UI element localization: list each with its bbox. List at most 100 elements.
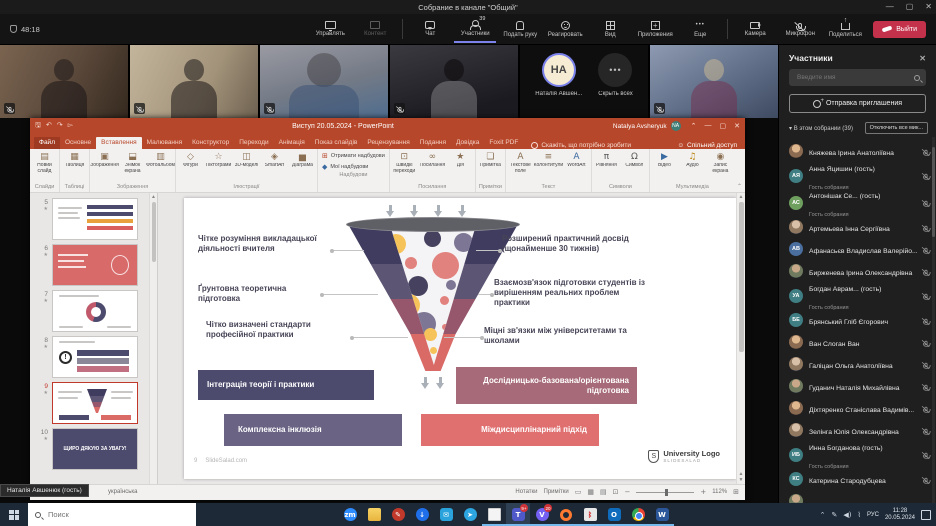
tab-transitions[interactable]: Переходи xyxy=(234,137,273,149)
leave-button[interactable]: Выйти xyxy=(873,21,926,38)
slide-thumb-9-selected[interactable] xyxy=(52,382,138,424)
content-button[interactable]: Контент xyxy=(354,15,396,43)
equation-button[interactable]: πРівняння xyxy=(593,150,620,169)
in-meeting-section-label[interactable]: ▾ В этом собрании (39) xyxy=(789,125,853,132)
participant-row[interactable]: ИБ Инна Богданова (гость) Гость собрания xyxy=(789,441,930,468)
participant-mic-muted-icon[interactable] xyxy=(925,225,928,230)
participant-row[interactable]: АВ Афанасьєв Владислав Валерійо... xyxy=(789,238,930,260)
participants-button[interactable]: 39 Участники xyxy=(454,15,496,43)
reading-view-icon[interactable]: ▤ xyxy=(600,488,607,496)
participant-mic-muted-icon[interactable] xyxy=(925,453,928,458)
manage-button[interactable]: Управлять xyxy=(309,15,351,43)
taskbar-word-icon[interactable]: W xyxy=(650,503,674,526)
apps-button[interactable]: Приложения xyxy=(634,15,676,43)
thumbnails-scrollbar[interactable]: ▲ xyxy=(149,193,157,484)
participant-row[interactable]: Артемьева Інна Сергіївна xyxy=(789,216,930,238)
tab-insert[interactable]: Вставлення xyxy=(96,137,142,149)
language-switcher[interactable]: РУС xyxy=(867,512,879,518)
taskbar-red-app-icon[interactable]: ✎ xyxy=(386,503,410,526)
comments-toggle[interactable]: Примітки xyxy=(544,489,569,495)
mute-all-button[interactable]: Отключить все мик... xyxy=(865,122,928,134)
video-tile-3[interactable] xyxy=(260,45,388,118)
clock[interactable]: 11:28 20.05.2024 xyxy=(885,508,915,522)
normal-view-icon[interactable]: ▭ xyxy=(575,488,582,496)
shapes-button[interactable]: ◇Фігури xyxy=(177,150,204,169)
collapse-ribbon-icon[interactable]: ⌃ xyxy=(737,183,742,190)
current-slide[interactable]: Чітке розуміння викладацької діяльності … xyxy=(184,198,736,479)
taskbar-chrome-icon[interactable] xyxy=(626,503,650,526)
minimize-icon[interactable]: — xyxy=(886,0,894,14)
tab-review[interactable]: Рецензування xyxy=(362,137,414,149)
header-footer-button[interactable]: ≡Колонтитули xyxy=(535,150,562,169)
zoom-in-icon[interactable]: + xyxy=(700,488,706,496)
slide-scrollbar[interactable]: ▲▲▼ xyxy=(736,193,745,484)
participant-mic-muted-icon[interactable] xyxy=(925,384,928,389)
comment-button[interactable]: ❏ Примітка xyxy=(477,150,504,169)
taskbar-explorer-icon[interactable] xyxy=(362,503,386,526)
slide-thumb-5[interactable] xyxy=(52,198,138,240)
icons-button[interactable]: ☆Піктограми xyxy=(205,150,232,169)
taskbar-viber-icon[interactable]: V 20 xyxy=(530,503,554,526)
tell-me-box[interactable]: Скажіть, що потрібно зробити xyxy=(531,142,631,149)
participant-mic-muted-icon[interactable] xyxy=(925,406,928,411)
sorter-view-icon[interactable]: ▦ xyxy=(587,488,594,496)
slide-thumb-7[interactable] xyxy=(52,290,138,332)
share-button[interactable]: Поделиться xyxy=(824,15,866,43)
taskbar-zoom-icon[interactable]: zm xyxy=(338,503,362,526)
textbox-button[interactable]: AТекстове поле xyxy=(507,150,534,174)
video-tile-4[interactable] xyxy=(390,45,518,118)
ppt-share-button[interactable]: ☺ Спільний доступ xyxy=(677,142,741,149)
screenshot-button[interactable]: ⬓Знімок екрана xyxy=(119,150,146,174)
table-button[interactable]: ▦ Таблиця xyxy=(61,150,88,169)
tab-slideshow[interactable]: Показ слайдів xyxy=(310,137,363,149)
zoom-slider[interactable] xyxy=(636,492,694,493)
get-addins-button[interactable]: ⊞Отримати надбудови xyxy=(322,152,385,160)
redo-icon[interactable]: ↷ xyxy=(57,121,63,132)
participant-mic-muted-icon[interactable] xyxy=(925,247,928,252)
video-tile-2[interactable] xyxy=(130,45,258,118)
wordart-button[interactable]: АWordArt xyxy=(563,150,590,169)
participant-row[interactable]: Гуданич Наталія Михайлівна xyxy=(789,375,930,397)
video-tile-6[interactable] xyxy=(650,45,778,118)
participant-mic-muted-icon[interactable] xyxy=(925,362,928,367)
camera-button[interactable]: Камера xyxy=(734,15,776,43)
participant-mic-muted-icon[interactable] xyxy=(925,201,928,206)
maximize-icon[interactable]: ▢ xyxy=(906,0,914,14)
taskbar-document-icon[interactable] xyxy=(482,503,506,526)
tray-expand-icon[interactable]: ⌃ xyxy=(820,511,826,519)
volume-icon[interactable]: ◀) xyxy=(843,511,851,519)
view-button[interactable]: Вид xyxy=(589,15,631,43)
tab-design[interactable]: Конструктор xyxy=(187,137,234,149)
video-button[interactable]: ▶Відео xyxy=(651,150,678,169)
taskbar-opera-icon[interactable] xyxy=(554,503,578,526)
undo-icon[interactable]: ↶ xyxy=(46,121,52,132)
participant-row-cutoff[interactable] xyxy=(789,490,930,503)
save-icon[interactable]: 🖫 xyxy=(35,121,41,132)
participant-row[interactable]: АС Антонішак Се... (гость) Гость собрани… xyxy=(789,189,930,216)
audio-button[interactable]: ♫Аудіо xyxy=(679,150,706,169)
photo-album-button[interactable]: ▥Фотоальбом xyxy=(147,150,174,169)
participant-mic-muted-icon[interactable] xyxy=(925,174,928,179)
ppt-minimize-icon[interactable]: — xyxy=(705,122,712,130)
participant-mic-muted-icon[interactable] xyxy=(925,318,928,323)
panel-close-icon[interactable]: ✕ xyxy=(919,54,926,63)
participant-mic-muted-icon[interactable] xyxy=(925,269,928,274)
ppt-close-icon[interactable]: ✕ xyxy=(734,122,740,130)
zoom-links-button[interactable]: ⊡Швидкі переходи xyxy=(391,150,418,174)
mic-button[interactable]: Микрофон xyxy=(779,15,821,43)
participant-row[interactable]: БЕ Брянський Гліб Єгорович xyxy=(789,309,930,331)
slide-thumb-6[interactable] xyxy=(52,244,138,286)
invite-button[interactable]: Отправка приглашения xyxy=(789,94,926,113)
taskbar-search[interactable] xyxy=(28,503,196,526)
zoom-out-icon[interactable]: − xyxy=(624,488,630,496)
slide-thumb-10[interactable]: ЩИРО ДЯКУЮ ЗА УВАГУ! xyxy=(52,428,138,470)
notifications-icon[interactable] xyxy=(921,510,931,520)
participant-row[interactable]: Ван Слоган Ван xyxy=(789,331,930,353)
screen-recording-button[interactable]: ◉Запис екрана xyxy=(707,150,734,174)
start-button[interactable] xyxy=(0,503,28,526)
my-addins-button[interactable]: ◆Мої надбудови xyxy=(322,163,385,171)
overflow-participants-icon[interactable]: ••• xyxy=(598,53,632,87)
action-button[interactable]: ★Дія xyxy=(447,150,474,169)
pictures-button[interactable]: ▣Зображення xyxy=(91,150,118,169)
participant-row[interactable]: Галіцан Ольга Анатоліївна xyxy=(789,353,930,375)
